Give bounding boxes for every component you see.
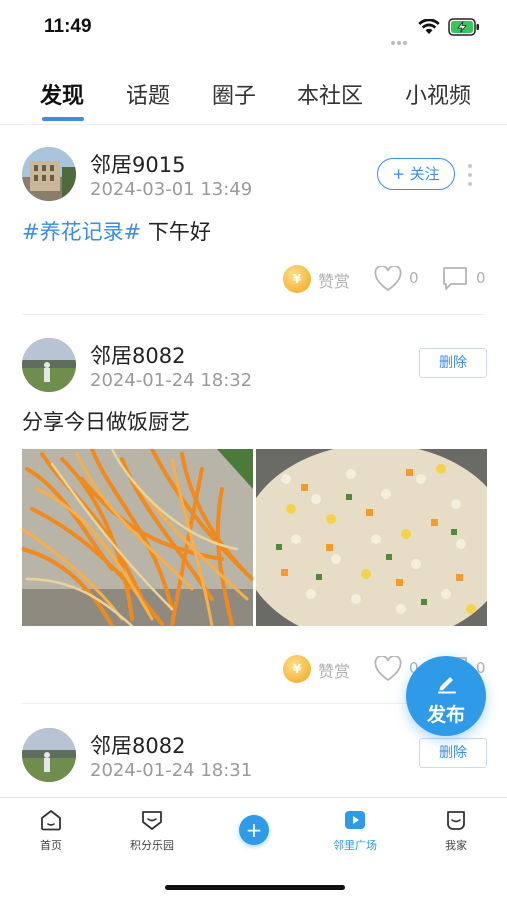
wifi-icon	[418, 19, 440, 34]
active-tab-indicator	[42, 117, 84, 121]
avatar[interactable]	[22, 728, 76, 782]
tab-this-community[interactable]: 本社区	[297, 78, 363, 110]
home-indicator	[165, 885, 345, 890]
post-text: 分享今日做饭厨艺	[22, 410, 190, 434]
feed-tabs: 发现 话题 圈子 本社区 小视频	[0, 74, 507, 124]
tab-short-videos[interactable]: 小视频	[405, 78, 471, 110]
nav-label: 邻里广场	[333, 839, 377, 852]
post-content: #养花记录# 下午好	[22, 216, 211, 246]
avatar[interactable]	[22, 147, 76, 201]
username[interactable]: 邻居8082	[90, 730, 185, 760]
status-time: 11:49	[44, 16, 92, 37]
post-timestamp: 2024-01-24 18:32	[90, 370, 253, 391]
status-bar: 11:49	[0, 0, 507, 56]
heart-icon[interactable]	[374, 266, 402, 292]
avatar[interactable]	[22, 338, 76, 392]
nav-label: 积分乐园	[130, 839, 174, 852]
nav-label: 首页	[40, 839, 62, 852]
my-home-icon	[447, 811, 465, 830]
post-timestamp: 2024-01-24 18:31	[90, 760, 253, 781]
square-icon	[345, 811, 365, 829]
nav-my-home[interactable]: 我家	[416, 808, 496, 853]
reward-coin-icon[interactable]: ¥	[283, 655, 311, 683]
username[interactable]: 邻居9015	[90, 149, 185, 179]
tab-topics[interactable]: 话题	[126, 78, 170, 110]
tab-circles[interactable]: 圈子	[212, 78, 256, 110]
points-icon	[142, 811, 162, 830]
post-actions: ¥ 赞赏 0 0	[0, 263, 507, 297]
reward-label[interactable]: 赞赏	[318, 658, 350, 682]
nav-points-park[interactable]: 积分乐园	[112, 808, 192, 853]
reward-label[interactable]: 赞赏	[318, 268, 350, 292]
comment-count: 0	[476, 269, 486, 287]
nav-home[interactable]: 首页	[11, 808, 91, 853]
heart-icon[interactable]	[374, 656, 402, 682]
post-photo-fried-rice[interactable]	[256, 449, 487, 626]
pen-icon	[438, 677, 456, 694]
publish-button[interactable]: 发布	[406, 656, 486, 736]
nav-label: 我家	[445, 839, 467, 852]
tab-discover[interactable]: 发现	[40, 78, 84, 110]
plus-icon[interactable]: +	[239, 815, 269, 845]
divider	[0, 124, 507, 125]
follow-button[interactable]: + 关注	[377, 158, 455, 190]
home-icon	[41, 810, 61, 831]
signal-dots-icon	[391, 30, 409, 45]
post-timestamp: 2024-03-01 13:49	[90, 179, 253, 200]
delete-button[interactable]: 删除	[419, 738, 487, 768]
comment-icon[interactable]	[441, 266, 469, 292]
like-count: 0	[409, 269, 419, 287]
delete-button[interactable]: 删除	[419, 348, 487, 378]
publish-label: 发布	[426, 704, 465, 726]
post-text: 下午好	[141, 220, 211, 244]
hashtag-link[interactable]: #养花记录#	[22, 220, 141, 244]
battery-charging-icon	[448, 18, 479, 36]
nav-neighborhood-square[interactable]: 邻里广场	[315, 808, 395, 853]
reward-coin-icon[interactable]: ¥	[283, 265, 311, 293]
username[interactable]: 邻居8082	[90, 340, 185, 370]
divider	[22, 314, 485, 315]
post-photo-carrots[interactable]	[22, 449, 253, 626]
more-options-icon[interactable]	[466, 164, 474, 186]
